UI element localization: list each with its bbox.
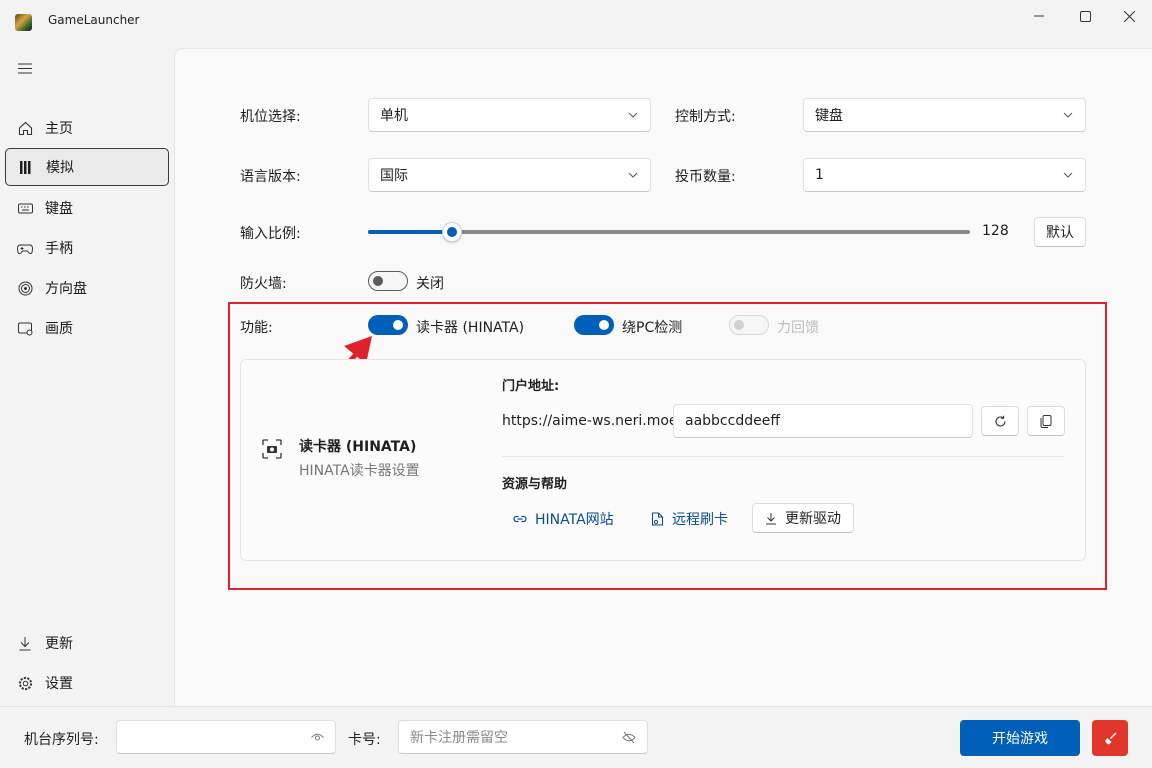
- language-select[interactable]: 国际: [368, 158, 651, 192]
- control-label: 控制方式:: [675, 109, 736, 125]
- nav-item-steering[interactable]: 方向盘: [5, 269, 169, 307]
- broom-icon: [1104, 732, 1116, 744]
- coins-label: 投币数量:: [675, 169, 736, 185]
- gamepad-icon: [17, 240, 33, 256]
- eye-icon: [311, 733, 324, 741]
- camera-scan-icon: [262, 439, 282, 459]
- chevron-down-icon: [1063, 112, 1073, 118]
- bypass-pc-toggle[interactable]: [574, 315, 614, 335]
- app-logo-icon: [15, 14, 32, 31]
- features-label: 功能:: [240, 320, 273, 336]
- home-icon: [17, 120, 33, 136]
- chevron-down-icon: [628, 172, 638, 178]
- refresh-button[interactable]: [981, 406, 1019, 436]
- card-panel-subtitle: HINATA读卡器设置: [299, 463, 420, 479]
- card-reader-label: 读卡器 (HINATA): [416, 320, 525, 336]
- window-title: GameLauncher: [48, 13, 140, 27]
- eye-off-icon: [622, 731, 636, 744]
- nav-item-keyboard[interactable]: 键盘: [5, 189, 169, 227]
- nav-item-settings[interactable]: 设置: [5, 664, 169, 702]
- portal-label: 门户地址:: [502, 379, 560, 394]
- card-number-label: 卡号:: [348, 732, 381, 748]
- input-ratio-value: 128: [982, 223, 1009, 239]
- chevron-down-icon: [628, 112, 638, 118]
- hinata-site-link[interactable]: HINATA网站: [513, 509, 614, 529]
- bypass-pc-label: 绕PC检测: [622, 320, 683, 336]
- firewall-label: 防火墙:: [240, 276, 287, 292]
- download-icon: [17, 635, 33, 651]
- reset-ratio-button[interactable]: 默认: [1034, 217, 1086, 247]
- remote-swipe-link[interactable]: 远程刷卡: [651, 509, 728, 529]
- link-icon: [513, 515, 527, 523]
- nav-item-home[interactable]: 主页: [5, 109, 169, 147]
- input-ratio-slider[interactable]: [368, 220, 970, 244]
- control-select[interactable]: 键盘: [803, 98, 1086, 132]
- portal-input[interactable]: aabbccddeeff: [673, 404, 973, 438]
- divider: [502, 456, 1064, 457]
- input-ratio-label: 输入比例:: [240, 226, 301, 242]
- force-feedback-label: 力回馈: [777, 320, 819, 336]
- start-game-button[interactable]: 开始游戏: [960, 720, 1080, 756]
- minimize-icon: [1034, 15, 1044, 17]
- force-feedback-toggle: [729, 315, 769, 335]
- clean-button[interactable]: [1092, 720, 1128, 756]
- update-driver-button[interactable]: 更新驱动: [752, 503, 854, 533]
- steering-icon: [17, 280, 33, 296]
- serial-label: 机台序列号:: [24, 732, 99, 748]
- seat-label: 机位选择:: [240, 109, 301, 125]
- resources-label: 资源与帮助: [502, 477, 568, 492]
- keyboard-icon: [17, 200, 33, 216]
- firewall-toggle[interactable]: [368, 271, 408, 291]
- card-number-input[interactable]: 新卡注册需留空: [398, 720, 648, 754]
- nav-item-gamepad[interactable]: 手柄: [5, 229, 169, 267]
- minimize-button[interactable]: [1016, 0, 1062, 32]
- gear-icon: [17, 675, 33, 691]
- firewall-state: 关闭: [416, 276, 444, 292]
- display-icon: [17, 320, 33, 336]
- refresh-icon: [994, 415, 1006, 427]
- coins-select[interactable]: 1: [803, 158, 1086, 192]
- download-icon: [766, 512, 776, 524]
- document-icon: [651, 512, 664, 526]
- card-panel-title: 读卡器 (HINATA): [299, 439, 417, 455]
- maximize-button[interactable]: [1062, 0, 1108, 32]
- slider-thumb[interactable]: [442, 222, 462, 242]
- serial-input[interactable]: [116, 720, 336, 754]
- emulate-icon: [18, 159, 34, 175]
- portal-prefix: https://aime-ws.neri.moe/: [502, 413, 683, 429]
- slider-fill: [368, 230, 452, 234]
- nav-item-emulate[interactable]: 模拟: [5, 148, 169, 186]
- copy-button[interactable]: [1027, 406, 1065, 436]
- chevron-down-icon: [1063, 172, 1073, 178]
- nav-item-display[interactable]: 画质: [5, 309, 169, 347]
- nav-item-update[interactable]: 更新: [5, 624, 169, 662]
- language-label: 语言版本:: [240, 169, 301, 185]
- seat-select[interactable]: 单机: [368, 98, 651, 132]
- menu-toggle-button[interactable]: [11, 56, 39, 80]
- maximize-icon: [1079, 10, 1091, 22]
- title-bar: GameLauncher: [0, 0, 1152, 44]
- hamburger-icon: [18, 63, 32, 73]
- close-button[interactable]: [1106, 0, 1152, 32]
- close-icon: [1123, 10, 1135, 22]
- copy-icon: [1040, 414, 1052, 428]
